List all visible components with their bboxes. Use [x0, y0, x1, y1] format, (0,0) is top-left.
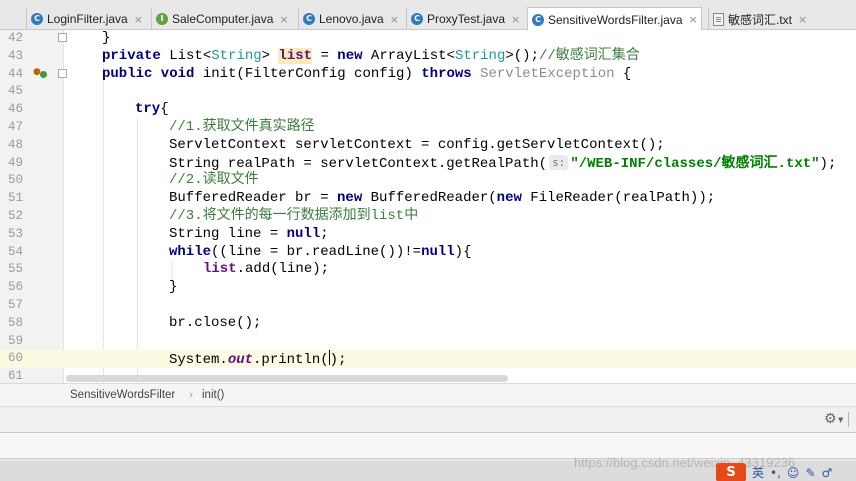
code-text: }: [102, 30, 111, 46]
tab-lenovo[interactable]: C Lenovo.java ×: [298, 8, 400, 30]
tab-label: 敏感词汇.txt: [728, 12, 793, 27]
code-text: BufferedReader br = new BufferedReader(n…: [169, 190, 716, 207]
line-number: 54: [8, 244, 24, 259]
line-number: 52: [8, 209, 24, 223]
close-icon[interactable]: ×: [390, 13, 399, 26]
code-line: 52 //3.将文件的每一行数据添加到list中: [0, 208, 856, 226]
code-text: br.close();: [169, 314, 262, 331]
breadcrumb-separator: ›: [189, 388, 194, 401]
tab-sensitivewordsfilter[interactable]: C SensitiveWordsFilter.java ×: [527, 7, 702, 31]
code-text: ServletContext servletContext = config.g…: [169, 136, 665, 153]
code-line: 57: [0, 297, 856, 315]
code-text: }: [169, 279, 178, 296]
code-line: 54 while((line = br.readLine())!=null){: [0, 244, 856, 262]
horizontal-scrollbar[interactable]: [66, 375, 508, 382]
tool-window-header: ⚙ ▼: [0, 407, 856, 432]
tab-label: ProxyTest.java: [427, 12, 506, 26]
code-text: //2.读取文件: [169, 172, 259, 189]
code-line: 44 public void init(FilterConfig config)…: [0, 66, 856, 84]
line-number: 58: [8, 315, 24, 330]
tab-label: Lenovo.java: [319, 12, 384, 26]
text-file-icon: [713, 12, 724, 26]
line-number: 55: [8, 262, 24, 277]
line-number: 60: [8, 351, 24, 366]
line-number: 49: [8, 155, 24, 170]
line-number: 57: [8, 298, 24, 312]
code-line: 42 }: [0, 30, 856, 48]
ime-punctuation-toggle[interactable]: •,: [770, 466, 781, 480]
code-line: 47 //1.获取文件真实路径: [0, 119, 856, 137]
code-text: while((line = br.readLine())!=null){: [169, 243, 472, 260]
tab-loginfilter[interactable]: C LoginFilter.java ×: [26, 8, 147, 30]
line-number: 61: [8, 369, 24, 383]
current-code-line: 60 System.out.println();: [0, 350, 856, 368]
tab-sensitive-words-txt[interactable]: 敏感词汇.txt ×: [708, 8, 818, 30]
close-icon[interactable]: ×: [134, 13, 143, 26]
code-line: 50 //2.读取文件: [0, 172, 856, 190]
sogou-logo-icon[interactable]: S: [716, 463, 746, 481]
class-c-icon: C: [303, 13, 315, 25]
tab-label: SaleComputer.java: [172, 12, 274, 26]
code-text: //1.获取文件真实路径: [169, 119, 315, 135]
line-number: 50: [8, 173, 24, 188]
close-icon[interactable]: ×: [279, 13, 288, 26]
code-line: 56 }: [0, 279, 856, 297]
bottom-area: https://blog.csdn.net/weixin_43319236 S …: [0, 432, 856, 481]
gear-icon[interactable]: ⚙: [824, 411, 837, 427]
code-text: //3.将文件的每一行数据添加到list中: [169, 208, 419, 224]
line-number: 59: [8, 333, 24, 348]
line-number: 51: [8, 191, 24, 206]
code-line: 43 private List<String> list = new Array…: [0, 47, 856, 66]
line-number: 56: [8, 280, 24, 295]
code-text: try{: [135, 101, 169, 118]
divider: [848, 412, 849, 427]
class-c-icon: C: [31, 13, 43, 25]
line-number: 45: [8, 84, 24, 99]
chevron-down-icon[interactable]: ▼: [838, 416, 843, 424]
code-line: 48 ServletContext servletContext = confi…: [0, 137, 856, 155]
close-icon[interactable]: ×: [689, 13, 698, 26]
line-number: 46: [8, 102, 24, 117]
editor-tab-bar: C LoginFilter.java × I SaleComputer.java…: [0, 0, 856, 31]
class-c-icon: C: [532, 13, 544, 26]
emoji-icon[interactable]: ☺: [787, 466, 800, 480]
code-text: private List<String> list = new ArrayLis…: [102, 47, 640, 64]
line-number: 48: [8, 137, 24, 152]
code-text: String realPath = servletContext.getReal…: [169, 154, 837, 172]
code-line: 51 BufferedReader br = new BufferedReade…: [0, 190, 856, 208]
line-number: 43: [8, 48, 24, 63]
code-line: 58 br.close();: [0, 315, 856, 333]
ime-skin-icon[interactable]: ♂: [822, 466, 833, 480]
breadcrumb: SensitiveWordsFilter › init(): [0, 383, 856, 407]
code-editor[interactable]: ● 42 } 43 private List<String> list = ne…: [0, 30, 856, 383]
line-number: 44: [8, 66, 24, 81]
code-line: 49 String realPath = servletContext.getR…: [0, 154, 856, 173]
line-number: 42: [8, 31, 24, 45]
code-line: 55 list.add(line);: [0, 261, 856, 279]
handwriting-pen-icon[interactable]: ✎: [805, 466, 815, 480]
line-number: 53: [8, 226, 24, 241]
ime-language-toggle[interactable]: 英: [752, 464, 764, 481]
code-text: String line = null;: [169, 225, 329, 242]
ime-toolbar: S 英 •, ☺ ✎ ♂: [716, 463, 856, 481]
tab-overflow-edge: [0, 8, 6, 30]
code-line: 53 String line = null;: [0, 226, 856, 244]
parameter-hint: s:: [549, 154, 569, 170]
tab-label: SensitiveWordsFilter.java: [548, 12, 683, 27]
interface-i-icon: I: [156, 13, 168, 25]
code-line: 45: [0, 83, 856, 101]
breadcrumb-item-method[interactable]: init(): [202, 389, 224, 401]
code-line: 59: [0, 333, 856, 351]
code-text: list.add(line);: [203, 261, 330, 278]
tab-label: LoginFilter.java: [47, 12, 128, 26]
class-c-icon: C: [411, 13, 423, 25]
breadcrumb-item-class[interactable]: SensitiveWordsFilter: [70, 389, 175, 401]
line-number: 47: [8, 120, 24, 134]
close-icon[interactable]: ×: [511, 13, 520, 26]
tab-proxytest[interactable]: C ProxyTest.java ×: [406, 8, 523, 30]
tab-salecomputer[interactable]: I SaleComputer.java ×: [151, 8, 289, 30]
code-text: public void init(FilterConfig config) th…: [102, 65, 632, 82]
close-icon[interactable]: ×: [798, 13, 807, 26]
code-line: 46 try{: [0, 101, 856, 119]
